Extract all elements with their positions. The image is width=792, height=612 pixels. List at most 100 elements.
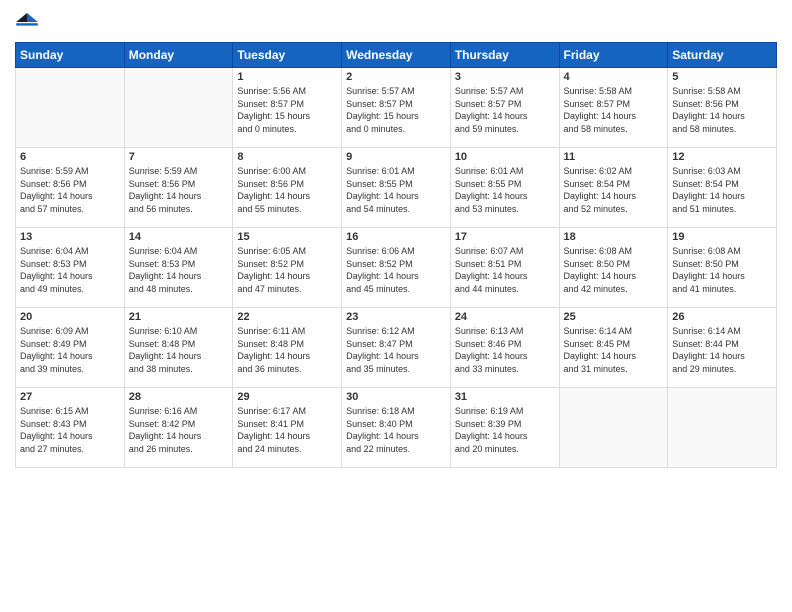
- day-number: 5: [672, 71, 772, 83]
- day-number: 29: [237, 391, 337, 403]
- day-info: Sunrise: 6:10 AMSunset: 8:48 PMDaylight:…: [129, 325, 229, 375]
- calendar-cell: 13 Sunrise: 6:04 AMSunset: 8:53 PMDaylig…: [16, 228, 125, 308]
- calendar-cell: 22 Sunrise: 6:11 AMSunset: 8:48 PMDaylig…: [233, 308, 342, 388]
- calendar-cell: 6 Sunrise: 5:59 AMSunset: 8:56 PMDayligh…: [16, 148, 125, 228]
- day-info: Sunrise: 5:57 AMSunset: 8:57 PMDaylight:…: [346, 85, 446, 135]
- weekday-header-friday: Friday: [559, 43, 668, 68]
- day-info: Sunrise: 6:09 AMSunset: 8:49 PMDaylight:…: [20, 325, 120, 375]
- calendar-cell: 18 Sunrise: 6:08 AMSunset: 8:50 PMDaylig…: [559, 228, 668, 308]
- day-info: Sunrise: 6:19 AMSunset: 8:39 PMDaylight:…: [455, 405, 555, 455]
- week-row-3: 13 Sunrise: 6:04 AMSunset: 8:53 PMDaylig…: [16, 228, 777, 308]
- logo: [15, 10, 43, 34]
- calendar-cell: [124, 68, 233, 148]
- day-info: Sunrise: 6:04 AMSunset: 8:53 PMDaylight:…: [129, 245, 229, 295]
- day-number: 22: [237, 311, 337, 323]
- weekday-header-tuesday: Tuesday: [233, 43, 342, 68]
- weekday-header-thursday: Thursday: [450, 43, 559, 68]
- day-number: 1: [237, 71, 337, 83]
- day-info: Sunrise: 5:58 AMSunset: 8:56 PMDaylight:…: [672, 85, 772, 135]
- calendar-cell: 26 Sunrise: 6:14 AMSunset: 8:44 PMDaylig…: [668, 308, 777, 388]
- day-info: Sunrise: 6:06 AMSunset: 8:52 PMDaylight:…: [346, 245, 446, 295]
- day-info: Sunrise: 6:15 AMSunset: 8:43 PMDaylight:…: [20, 405, 120, 455]
- day-number: 15: [237, 231, 337, 243]
- week-row-1: 1 Sunrise: 5:56 AMSunset: 8:57 PMDayligh…: [16, 68, 777, 148]
- day-info: Sunrise: 5:56 AMSunset: 8:57 PMDaylight:…: [237, 85, 337, 135]
- day-number: 10: [455, 151, 555, 163]
- day-info: Sunrise: 6:08 AMSunset: 8:50 PMDaylight:…: [672, 245, 772, 295]
- day-number: 9: [346, 151, 446, 163]
- weekday-header-sunday: Sunday: [16, 43, 125, 68]
- day-number: 3: [455, 71, 555, 83]
- calendar-cell: 28 Sunrise: 6:16 AMSunset: 8:42 PMDaylig…: [124, 388, 233, 468]
- day-info: Sunrise: 6:12 AMSunset: 8:47 PMDaylight:…: [346, 325, 446, 375]
- day-info: Sunrise: 6:14 AMSunset: 8:44 PMDaylight:…: [672, 325, 772, 375]
- day-info: Sunrise: 6:11 AMSunset: 8:48 PMDaylight:…: [237, 325, 337, 375]
- day-number: 21: [129, 311, 229, 323]
- calendar-cell: 29 Sunrise: 6:17 AMSunset: 8:41 PMDaylig…: [233, 388, 342, 468]
- day-info: Sunrise: 6:01 AMSunset: 8:55 PMDaylight:…: [455, 165, 555, 215]
- day-info: Sunrise: 5:59 AMSunset: 8:56 PMDaylight:…: [20, 165, 120, 215]
- day-number: 11: [564, 151, 664, 163]
- calendar-cell: 9 Sunrise: 6:01 AMSunset: 8:55 PMDayligh…: [342, 148, 451, 228]
- weekday-header-row: SundayMondayTuesdayWednesdayThursdayFrid…: [16, 43, 777, 68]
- calendar-cell: 21 Sunrise: 6:10 AMSunset: 8:48 PMDaylig…: [124, 308, 233, 388]
- day-info: Sunrise: 6:08 AMSunset: 8:50 PMDaylight:…: [564, 245, 664, 295]
- calendar-cell: [559, 388, 668, 468]
- weekday-header-wednesday: Wednesday: [342, 43, 451, 68]
- calendar-cell: 11 Sunrise: 6:02 AMSunset: 8:54 PMDaylig…: [559, 148, 668, 228]
- day-info: Sunrise: 6:14 AMSunset: 8:45 PMDaylight:…: [564, 325, 664, 375]
- day-number: 8: [237, 151, 337, 163]
- header: [15, 10, 777, 34]
- calendar-cell: 4 Sunrise: 5:58 AMSunset: 8:57 PMDayligh…: [559, 68, 668, 148]
- calendar-cell: 10 Sunrise: 6:01 AMSunset: 8:55 PMDaylig…: [450, 148, 559, 228]
- day-number: 23: [346, 311, 446, 323]
- page: SundayMondayTuesdayWednesdayThursdayFrid…: [0, 0, 792, 612]
- calendar-cell: 31 Sunrise: 6:19 AMSunset: 8:39 PMDaylig…: [450, 388, 559, 468]
- day-info: Sunrise: 6:17 AMSunset: 8:41 PMDaylight:…: [237, 405, 337, 455]
- calendar-cell: 1 Sunrise: 5:56 AMSunset: 8:57 PMDayligh…: [233, 68, 342, 148]
- calendar: SundayMondayTuesdayWednesdayThursdayFrid…: [15, 42, 777, 468]
- day-info: Sunrise: 6:18 AMSunset: 8:40 PMDaylight:…: [346, 405, 446, 455]
- day-info: Sunrise: 6:04 AMSunset: 8:53 PMDaylight:…: [20, 245, 120, 295]
- day-info: Sunrise: 6:07 AMSunset: 8:51 PMDaylight:…: [455, 245, 555, 295]
- day-number: 4: [564, 71, 664, 83]
- day-number: 14: [129, 231, 229, 243]
- day-number: 18: [564, 231, 664, 243]
- day-number: 28: [129, 391, 229, 403]
- day-number: 27: [20, 391, 120, 403]
- day-info: Sunrise: 6:16 AMSunset: 8:42 PMDaylight:…: [129, 405, 229, 455]
- day-info: Sunrise: 5:57 AMSunset: 8:57 PMDaylight:…: [455, 85, 555, 135]
- calendar-cell: 19 Sunrise: 6:08 AMSunset: 8:50 PMDaylig…: [668, 228, 777, 308]
- day-number: 30: [346, 391, 446, 403]
- calendar-cell: 30 Sunrise: 6:18 AMSunset: 8:40 PMDaylig…: [342, 388, 451, 468]
- day-info: Sunrise: 6:01 AMSunset: 8:55 PMDaylight:…: [346, 165, 446, 215]
- day-number: 20: [20, 311, 120, 323]
- calendar-cell: 23 Sunrise: 6:12 AMSunset: 8:47 PMDaylig…: [342, 308, 451, 388]
- day-number: 25: [564, 311, 664, 323]
- day-number: 16: [346, 231, 446, 243]
- logo-icon: [15, 10, 39, 34]
- day-info: Sunrise: 5:59 AMSunset: 8:56 PMDaylight:…: [129, 165, 229, 215]
- day-number: 6: [20, 151, 120, 163]
- calendar-cell: [668, 388, 777, 468]
- calendar-cell: 12 Sunrise: 6:03 AMSunset: 8:54 PMDaylig…: [668, 148, 777, 228]
- day-info: Sunrise: 5:58 AMSunset: 8:57 PMDaylight:…: [564, 85, 664, 135]
- calendar-cell: 25 Sunrise: 6:14 AMSunset: 8:45 PMDaylig…: [559, 308, 668, 388]
- calendar-cell: 14 Sunrise: 6:04 AMSunset: 8:53 PMDaylig…: [124, 228, 233, 308]
- calendar-cell: 15 Sunrise: 6:05 AMSunset: 8:52 PMDaylig…: [233, 228, 342, 308]
- weekday-header-saturday: Saturday: [668, 43, 777, 68]
- day-info: Sunrise: 6:03 AMSunset: 8:54 PMDaylight:…: [672, 165, 772, 215]
- day-info: Sunrise: 6:02 AMSunset: 8:54 PMDaylight:…: [564, 165, 664, 215]
- day-number: 24: [455, 311, 555, 323]
- day-number: 26: [672, 311, 772, 323]
- day-number: 17: [455, 231, 555, 243]
- calendar-cell: 7 Sunrise: 5:59 AMSunset: 8:56 PMDayligh…: [124, 148, 233, 228]
- week-row-5: 27 Sunrise: 6:15 AMSunset: 8:43 PMDaylig…: [16, 388, 777, 468]
- calendar-cell: 16 Sunrise: 6:06 AMSunset: 8:52 PMDaylig…: [342, 228, 451, 308]
- day-number: 13: [20, 231, 120, 243]
- calendar-cell: 20 Sunrise: 6:09 AMSunset: 8:49 PMDaylig…: [16, 308, 125, 388]
- calendar-cell: 17 Sunrise: 6:07 AMSunset: 8:51 PMDaylig…: [450, 228, 559, 308]
- day-number: 12: [672, 151, 772, 163]
- day-info: Sunrise: 6:00 AMSunset: 8:56 PMDaylight:…: [237, 165, 337, 215]
- day-info: Sunrise: 6:05 AMSunset: 8:52 PMDaylight:…: [237, 245, 337, 295]
